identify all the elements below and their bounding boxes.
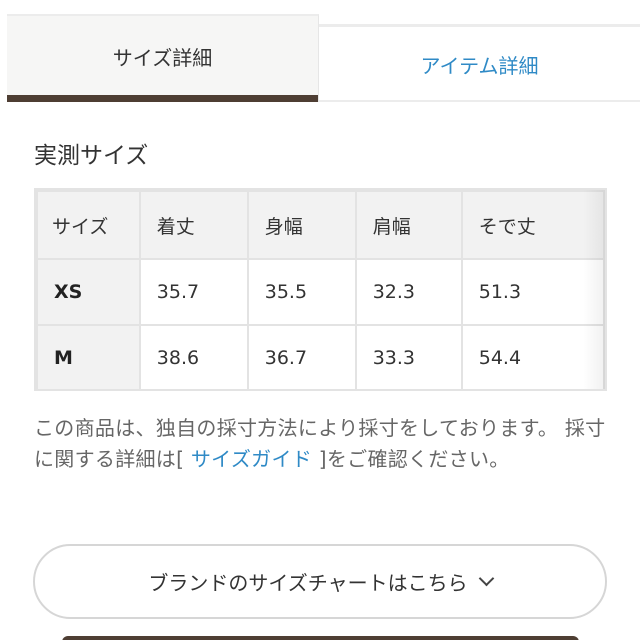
cell-sleeve: 51.3 — [460, 258, 605, 326]
chevron-down-icon — [480, 573, 492, 585]
tab-item-details-label: アイテム詳細 — [420, 54, 539, 78]
bottom-action-bar[interactable] — [62, 636, 579, 640]
size-table: サイズ 着丈 身幅 肩幅 そで丈 XS 35.7 35.5 32.3 51.3 … — [36, 190, 605, 389]
brand-size-chart-label: ブランドのサイズチャートはこちら — [148, 571, 468, 595]
table-header-row: サイズ 着丈 身幅 肩幅 そで丈 — [36, 190, 605, 260]
size-guide-link[interactable]: サイズガイド — [191, 447, 312, 471]
row-size-label: XS — [36, 258, 141, 326]
note-text-after: ]をご確認ください。 — [312, 447, 510, 471]
tab-size-details-label: サイズ詳細 — [112, 45, 213, 70]
cell-length: 35.7 — [138, 258, 249, 326]
header-length: 着丈 — [138, 190, 249, 260]
cell-length: 38.6 — [138, 324, 249, 389]
detail-tabs: サイズ詳細 アイテム詳細 — [7, 14, 640, 102]
cell-shoulder: 33.3 — [354, 324, 463, 389]
cell-width: 36.7 — [246, 324, 357, 389]
table-row: M 38.6 36.7 33.3 54.4 — [36, 324, 605, 389]
measurement-note: この商品は、独自の採寸方法により採寸をしております。 採寸に関する詳細は[ サイ… — [34, 413, 614, 475]
tab-size-details[interactable]: サイズ詳細 — [7, 14, 319, 102]
cell-width: 35.5 — [246, 258, 357, 326]
section-title: 実測サイズ — [34, 143, 149, 169]
header-sleeve: そで丈 — [460, 190, 605, 260]
cell-sleeve: 54.4 — [460, 324, 605, 389]
brand-size-chart-button[interactable]: ブランドのサイズチャートはこちら — [33, 544, 607, 619]
size-table-container[interactable]: サイズ 着丈 身幅 肩幅 そで丈 XS 35.7 35.5 32.3 51.3 … — [34, 188, 607, 391]
table-row: XS 35.7 35.5 32.3 51.3 — [36, 258, 605, 326]
header-size: サイズ — [36, 190, 141, 260]
cell-shoulder: 32.3 — [354, 258, 463, 326]
row-size-label: M — [36, 324, 141, 389]
header-width: 身幅 — [246, 190, 357, 260]
header-shoulder: 肩幅 — [354, 190, 463, 260]
tab-item-details[interactable]: アイテム詳細 — [319, 24, 640, 102]
